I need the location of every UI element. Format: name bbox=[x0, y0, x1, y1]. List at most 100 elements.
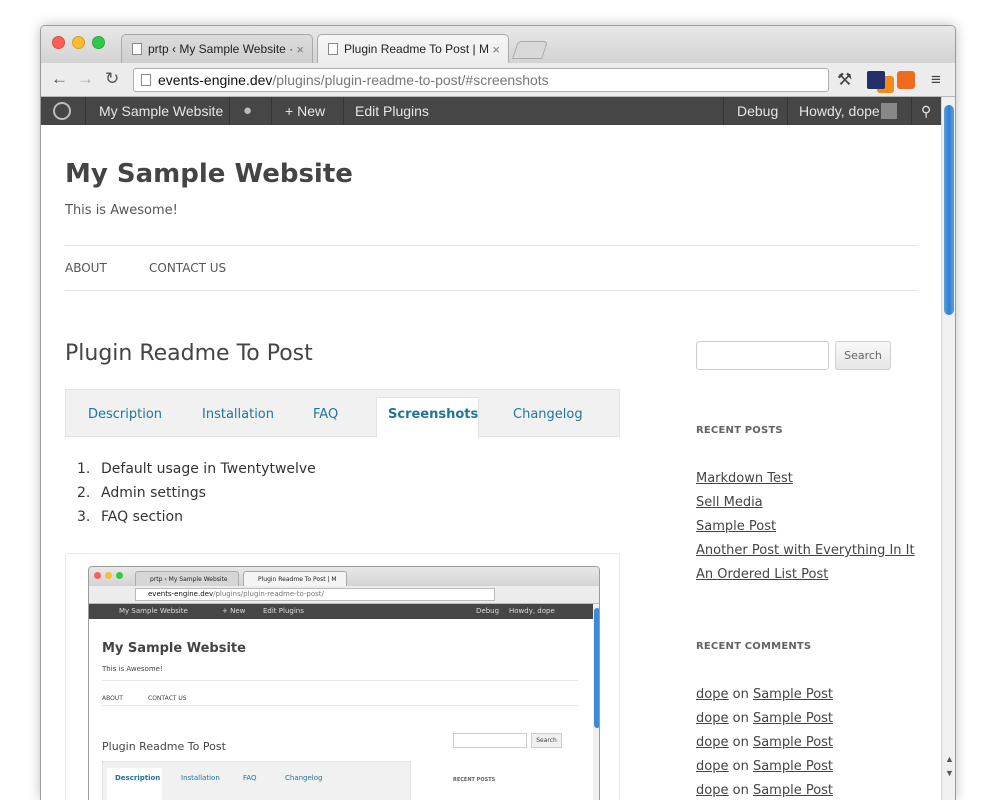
browser-tab-2[interactable]: Plugin Readme To Post | M × bbox=[317, 34, 509, 63]
screenshot-frame: prtp ‹ My Sample Website Plugin Readme T… bbox=[65, 553, 620, 800]
mini-scrollbar-thumb bbox=[594, 608, 599, 728]
post-title: Plugin Readme To Post bbox=[65, 341, 313, 366]
admin-bar-edit-plugins[interactable]: Edit Plugins bbox=[355, 97, 429, 125]
minimize-window-button[interactable] bbox=[72, 36, 85, 49]
recent-post-link[interactable]: Another Post with Everything In It bbox=[696, 543, 915, 558]
scrollbar-thumb[interactable] bbox=[944, 105, 954, 315]
address-bar[interactable]: events-engine.dev/plugins/plugin-readme-… bbox=[133, 68, 912, 93]
tab-description[interactable]: Description bbox=[88, 407, 162, 422]
recent-comment: dope on Sample Post bbox=[696, 783, 834, 798]
mini-divider bbox=[102, 680, 578, 681]
mini-tabs: Description Installation FAQ Changelog bbox=[102, 761, 411, 800]
list-item: 2. Admin settings bbox=[77, 485, 206, 501]
page-icon bbox=[132, 43, 142, 55]
mini-menu-contact: CONTACT US bbox=[148, 695, 187, 702]
wrench-icon[interactable]: ⚒ bbox=[837, 71, 852, 89]
new-label: New bbox=[297, 103, 326, 119]
menu-item-contact[interactable]: CONTACT US bbox=[149, 261, 226, 275]
search-button[interactable]: Search bbox=[835, 341, 891, 370]
mini-tab-2: Plugin Readme To Post | M bbox=[243, 571, 347, 586]
comment-post-link[interactable]: Sample Post bbox=[753, 687, 833, 702]
site-title[interactable]: My Sample Website bbox=[65, 159, 353, 189]
url-host: events-engine.dev bbox=[158, 72, 273, 88]
forward-icon[interactable]: → bbox=[77, 69, 94, 89]
browser-tab-1[interactable]: prtp ‹ My Sample Website · × bbox=[121, 34, 313, 63]
page-content: My Sample Website This is Awesome! ABOUT… bbox=[41, 125, 941, 800]
scroll-up-arrow-icon[interactable]: ▲ bbox=[945, 754, 954, 764]
close-tab-icon[interactable]: × bbox=[492, 35, 500, 63]
page-icon bbox=[328, 43, 338, 55]
wordpress-logo-icon[interactable] bbox=[53, 102, 71, 120]
mini-admin-bar: My Sample Website + New Edit Plugins Deb… bbox=[89, 604, 593, 619]
comment-post-link[interactable]: Sample Post bbox=[753, 735, 833, 750]
mini-address-bar: events-engine.dev/plugins/plugin-readme-… bbox=[135, 588, 495, 601]
recent-comment: dope on Sample Post bbox=[696, 759, 834, 774]
comment-author-link[interactable]: dope bbox=[696, 735, 728, 750]
search-input[interactable] bbox=[696, 341, 829, 370]
site-tagline: This is Awesome! bbox=[65, 203, 178, 218]
tab-changelog[interactable]: Changelog bbox=[513, 407, 583, 422]
url-path: /plugins/plugin-readme-to-post/#screensh… bbox=[272, 72, 549, 88]
separator bbox=[229, 97, 230, 125]
zoom-window-button[interactable] bbox=[92, 36, 105, 49]
tab-installation[interactable]: Installation bbox=[202, 407, 274, 422]
separator bbox=[343, 97, 344, 125]
tab-faq[interactable]: FAQ bbox=[313, 407, 338, 422]
admin-bar-debug[interactable]: Debug bbox=[737, 97, 778, 125]
mini-toolbar: events-engine.dev/plugins/plugin-readme-… bbox=[89, 586, 599, 604]
close-window-button[interactable] bbox=[52, 36, 65, 49]
recent-posts-title: RECENT POSTS bbox=[696, 425, 783, 436]
mini-menu-about: ABOUT bbox=[102, 695, 123, 702]
extension-icon[interactable] bbox=[867, 71, 885, 89]
comment-author-link[interactable]: dope bbox=[696, 759, 728, 774]
menu-icon[interactable]: ≡ bbox=[931, 71, 941, 89]
avatar[interactable] bbox=[881, 103, 897, 119]
mini-max-dot bbox=[116, 572, 123, 579]
browser-toolbar: ← → ↻ events-engine.dev/plugins/plugin-r… bbox=[41, 63, 955, 97]
back-icon[interactable]: ← bbox=[51, 69, 68, 89]
mini-close-dot bbox=[94, 572, 101, 579]
new-tab-button[interactable] bbox=[512, 41, 548, 59]
browser-window: prtp ‹ My Sample Website · × Plugin Read… bbox=[40, 25, 956, 800]
admin-bar-site-name[interactable]: My Sample Website bbox=[99, 97, 223, 125]
scroll-down-arrow-icon[interactable]: ▼ bbox=[945, 768, 954, 778]
recent-comment: dope on Sample Post bbox=[696, 735, 834, 750]
mini-title-bar: prtp ‹ My Sample Website Plugin Readme T… bbox=[89, 567, 599, 586]
mini-recent-posts: RECENT POSTS bbox=[453, 777, 496, 783]
comment-post-link[interactable]: Sample Post bbox=[753, 711, 833, 726]
screenshot-image: prtp ‹ My Sample Website Plugin Readme T… bbox=[88, 566, 600, 800]
comments-icon[interactable]: ● bbox=[243, 97, 252, 125]
admin-bar-howdy[interactable]: Howdy, dope bbox=[799, 97, 880, 125]
admin-bar-new[interactable]: + New bbox=[285, 97, 325, 125]
recent-post-link[interactable]: Sell Media bbox=[696, 495, 763, 510]
search-icon[interactable]: ⚲ bbox=[921, 97, 931, 125]
screenshots-list: 1. Default usage in Twentytwelve 2. Admin … bbox=[77, 457, 316, 529]
separator bbox=[723, 97, 724, 125]
comment-post-link[interactable]: Sample Post bbox=[753, 783, 833, 798]
tab-screenshots[interactable]: Screenshots bbox=[388, 407, 478, 422]
comment-post-link[interactable]: Sample Post bbox=[753, 759, 833, 774]
comment-author-link[interactable]: dope bbox=[696, 783, 728, 798]
separator bbox=[85, 97, 86, 125]
mini-active-tab bbox=[107, 768, 162, 800]
recent-post-link[interactable]: Sample Post bbox=[696, 519, 776, 534]
separator bbox=[911, 97, 912, 125]
reload-icon[interactable]: ↻ bbox=[105, 69, 119, 89]
tab-title: prtp ‹ My Sample Website · bbox=[148, 42, 294, 56]
close-tab-icon[interactable]: × bbox=[296, 35, 304, 63]
comment-author-link[interactable]: dope bbox=[696, 711, 728, 726]
feed-extension-icon[interactable] bbox=[897, 71, 915, 89]
mini-min-dot bbox=[105, 572, 112, 579]
recent-comment: dope on Sample Post bbox=[696, 711, 834, 726]
recent-post-link[interactable]: An Ordered List Post bbox=[696, 567, 828, 582]
tab-title: Plugin Readme To Post | M bbox=[344, 42, 489, 56]
recent-comment: dope on Sample Post bbox=[696, 687, 834, 702]
comment-author-link[interactable]: dope bbox=[696, 687, 728, 702]
title-bar: prtp ‹ My Sample Website · × Plugin Read… bbox=[41, 26, 955, 63]
readme-tabs: Description Installation FAQ Screenshots… bbox=[65, 389, 620, 438]
plus-icon: + bbox=[285, 103, 294, 119]
menu-item-about[interactable]: ABOUT bbox=[65, 261, 107, 275]
divider bbox=[65, 245, 917, 246]
recent-post-link[interactable]: Markdown Test bbox=[696, 471, 793, 486]
wp-admin-bar: My Sample Website ● + New Edit Plugins D… bbox=[41, 97, 941, 125]
